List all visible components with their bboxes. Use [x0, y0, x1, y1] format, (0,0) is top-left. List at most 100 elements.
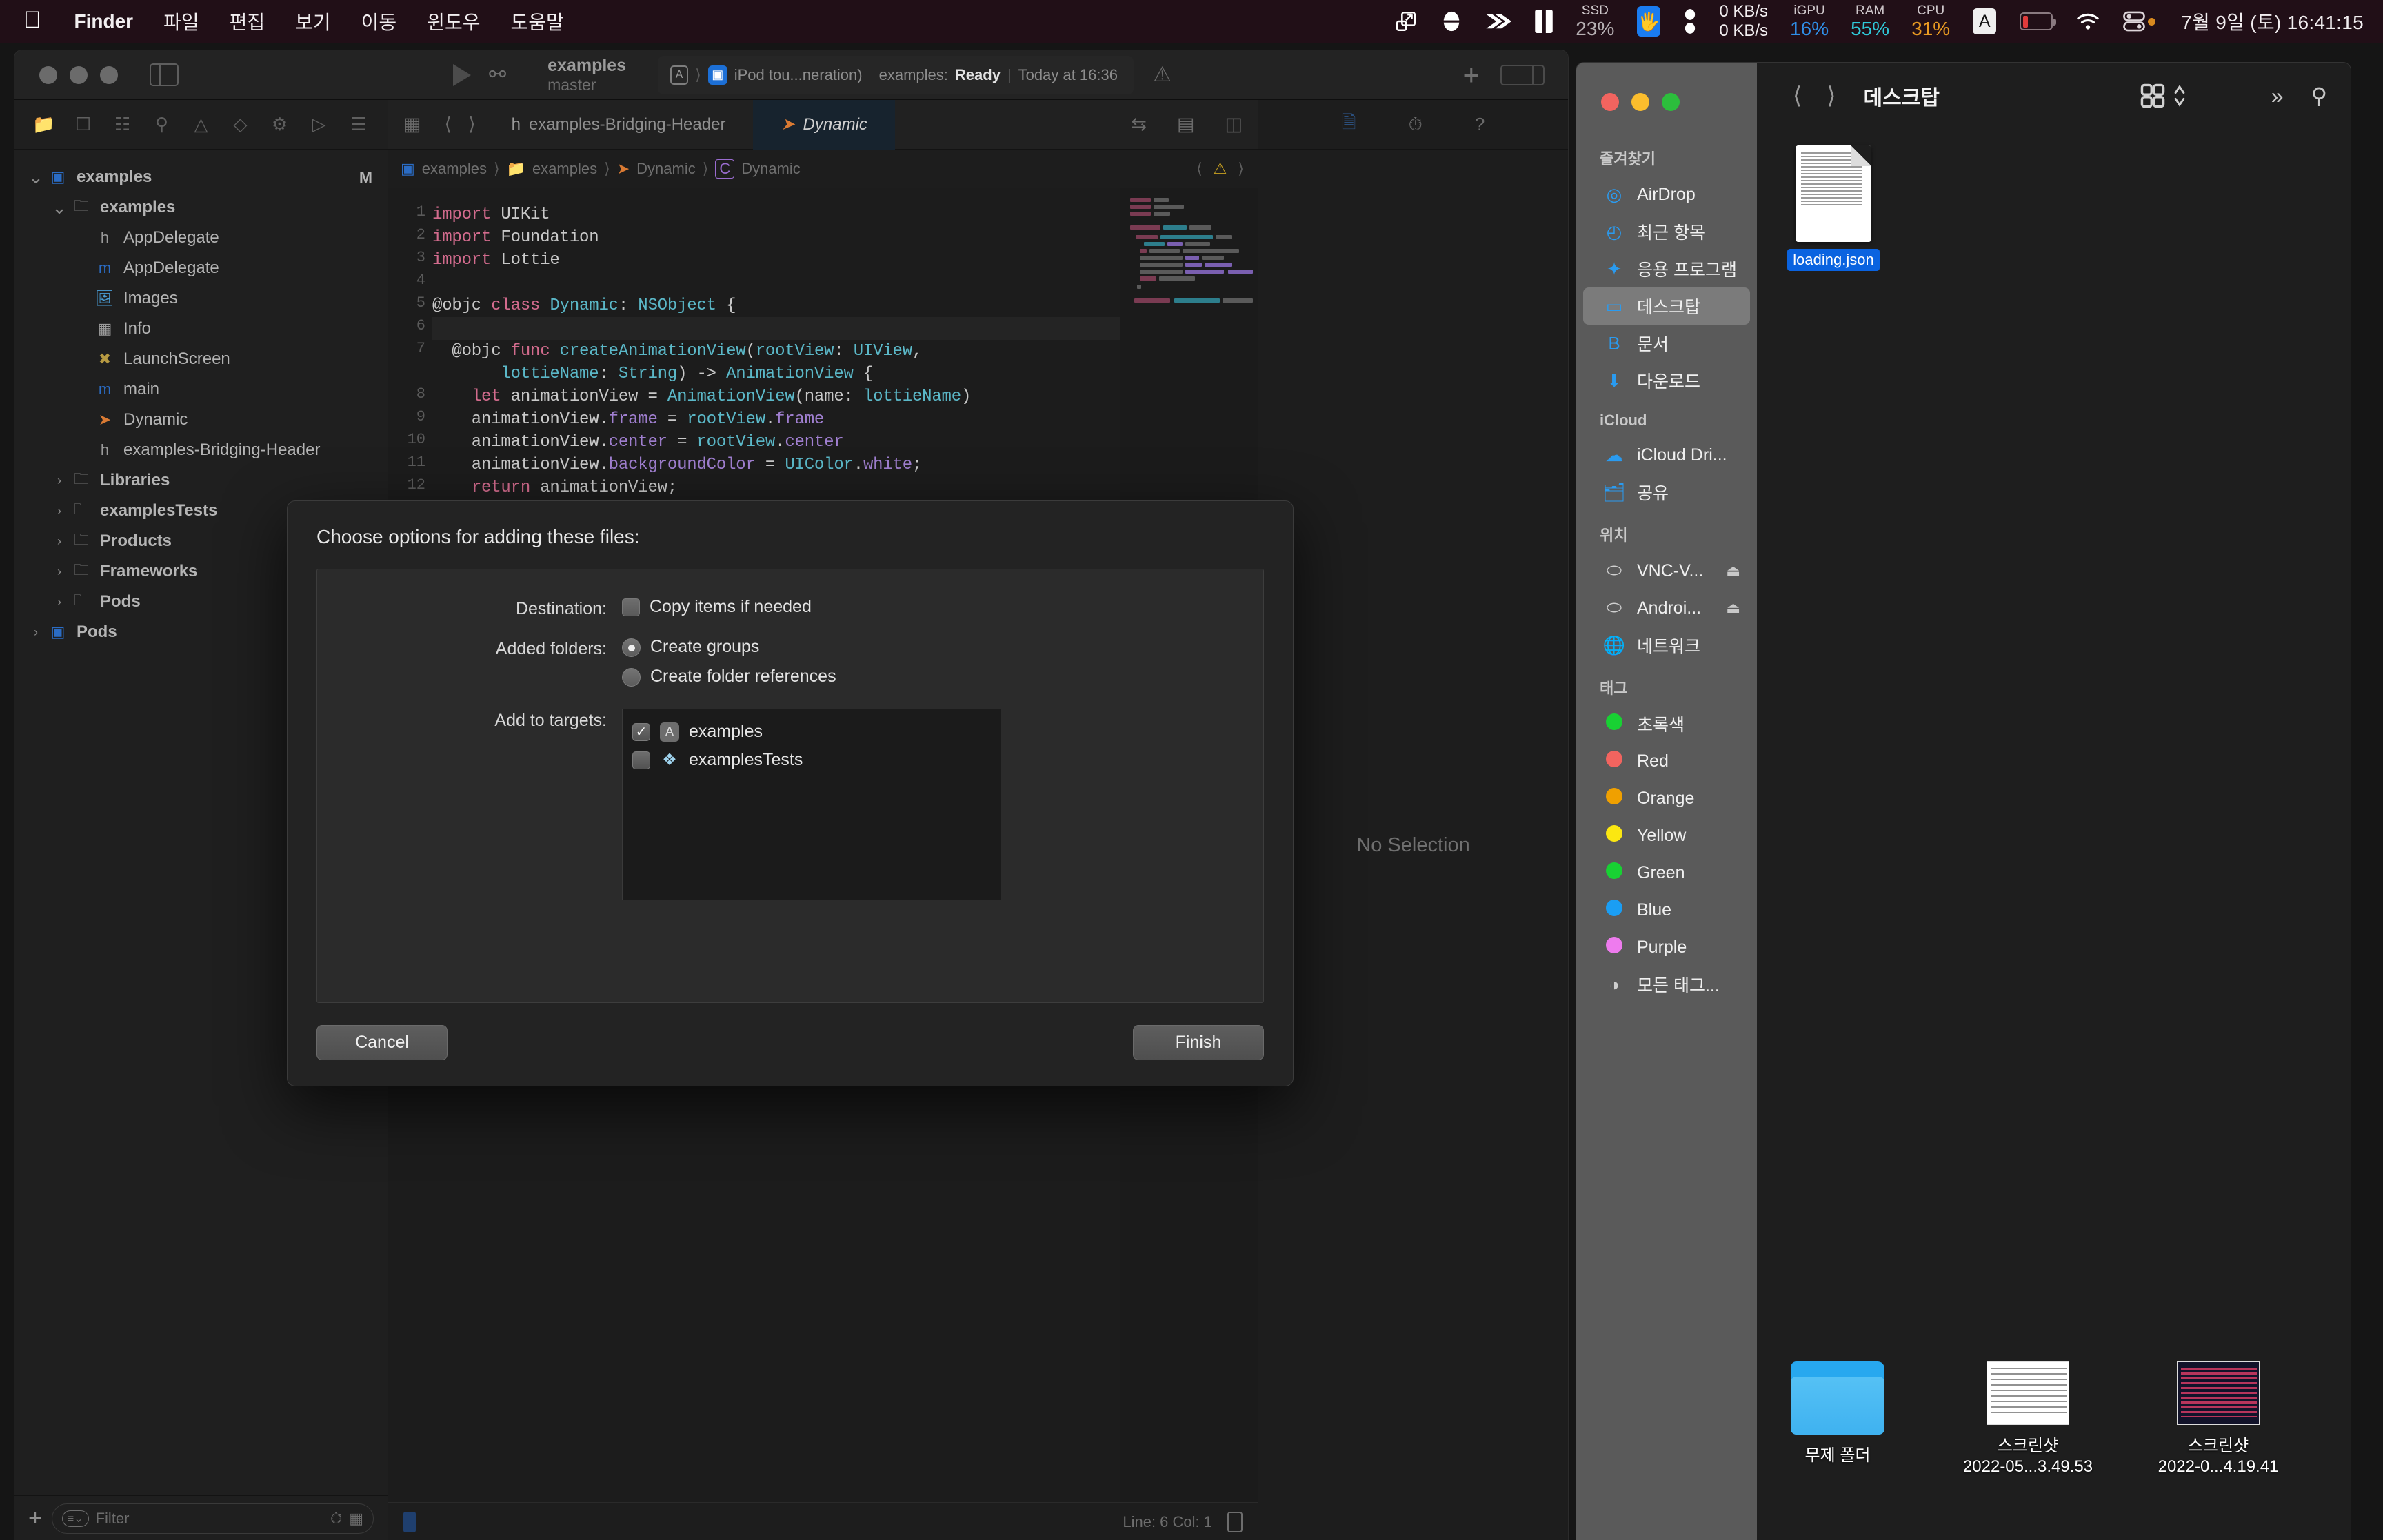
navigator-tree-row[interactable]: m main: [14, 374, 388, 405]
sidebar-item-Blue[interactable]: Blue: [1583, 891, 1750, 929]
filter-options-icon[interactable]: ≡⌄: [62, 1510, 89, 1527]
apple-logo-icon[interactable]: : [23, 8, 59, 34]
menu-item-help[interactable]: 도움말: [495, 8, 579, 35]
xcode-add-button[interactable]: +: [1462, 61, 1480, 90]
code-line[interactable]: lottieName: String) -> AnimationView {: [432, 363, 1120, 385]
device-preview-icon[interactable]: [1227, 1512, 1243, 1532]
finder-close-button[interactable]: [1601, 93, 1619, 111]
navigator-tree-row[interactable]: h examples-Bridging-Header: [14, 435, 388, 465]
breadcrumb-project[interactable]: examples: [422, 160, 487, 178]
navigator-tree-row[interactable]: 🖼 Images: [14, 283, 388, 314]
editor-tab-bridging-header[interactable]: h examples-Bridging-Header: [484, 100, 754, 150]
ram-stat[interactable]: RAM 55%: [1840, 4, 1900, 39]
xcode-run-button[interactable]: [453, 64, 471, 86]
destination-control[interactable]: Copy items if needed: [622, 597, 812, 617]
disclosure-triangle-icon[interactable]: ›: [26, 625, 46, 640]
editor-tab-dynamic[interactable]: ➤ Dynamic: [753, 100, 894, 150]
editor-back-icon[interactable]: ⟨: [436, 114, 461, 135]
code-line[interactable]: import Foundation: [432, 226, 1120, 249]
code-line[interactable]: [432, 272, 1120, 294]
sidebar-item-Orange[interactable]: Orange: [1583, 780, 1750, 817]
xcode-activity-status[interactable]: A ⟩ ▣ iPod tou...neration) examples: Rea…: [658, 56, 1134, 94]
sidebar-item-Androi...[interactable]: ⬭ Androi... ⏏: [1583, 589, 1750, 627]
igpu-stat[interactable]: iGPU 16%: [1779, 4, 1840, 39]
issue-next-icon[interactable]: ⟩: [1238, 160, 1244, 178]
code-line[interactable]: animationView.frame = rootView.frame: [432, 408, 1120, 431]
targets-list[interactable]: ✓ A examples ✓ ❖ examplesTests: [622, 709, 1001, 900]
navigator-tab-issue[interactable]: △: [181, 114, 221, 135]
navigator-tab-hierarchy[interactable]: ☷: [103, 114, 142, 135]
finder-file-item[interactable]: loading.json: [1782, 145, 1885, 271]
disclosure-triangle-icon[interactable]: ⌄: [26, 167, 46, 188]
sidebar-item-데스크탑[interactable]: ▭ 데스크탑: [1583, 287, 1750, 325]
code-line[interactable]: return animationView;: [432, 476, 1120, 499]
finder-file-grid[interactable]: loading.json: [1757, 129, 2351, 1540]
desktop-icon-folder[interactable]: 무제 폴더: [1765, 1361, 1910, 1477]
sidebar-item-공유[interactable]: 🗂 공유: [1583, 474, 1750, 511]
disclosure-triangle-icon[interactable]: ›: [49, 565, 70, 579]
sidebar-item-Yellow[interactable]: Yellow: [1583, 817, 1750, 854]
navigator-tab-report[interactable]: ☰: [339, 114, 378, 135]
copy-items-checkbox[interactable]: [622, 598, 640, 616]
finish-button[interactable]: Finish: [1133, 1025, 1264, 1060]
menu-bar-clock[interactable]: 7월 9일 (토) 16:41:15: [2167, 8, 2364, 35]
more-toolbar-items-icon[interactable]: »: [2271, 83, 2284, 109]
disclosure-triangle-icon[interactable]: ⌄: [49, 197, 70, 219]
issue-prev-icon[interactable]: ⟨: [1196, 160, 1203, 178]
sidebar-item-Purple[interactable]: Purple: [1583, 929, 1750, 966]
quick-help-icon[interactable]: ?: [1475, 114, 1485, 135]
navigator-tab-source-control[interactable]: ☐: [63, 114, 103, 135]
fastscripts-icon[interactable]: [1474, 11, 1523, 32]
navigator-tree-row[interactable]: ⌄ ▣ examples M: [14, 162, 388, 192]
history-inspector-icon[interactable]: ⏱: [1409, 114, 1422, 136]
navigator-tree-row[interactable]: › 🗀 Libraries: [14, 465, 388, 496]
code-line[interactable]: @objc class Dynamic: NSObject {: [432, 294, 1120, 317]
xcode-zoom-button[interactable]: [100, 66, 118, 84]
disclosure-triangle-icon[interactable]: ›: [49, 504, 70, 518]
xcode-close-button[interactable]: [39, 66, 57, 84]
disclosure-triangle-icon[interactable]: ›: [49, 474, 70, 488]
target-checkbox-examples-tests[interactable]: ✓: [632, 751, 650, 769]
navigator-tree-row[interactable]: h AppDelegate: [14, 223, 388, 253]
airplay-icon[interactable]: [1382, 10, 1429, 33]
navigator-tree-row[interactable]: m AppDelegate: [14, 253, 388, 283]
editor-layout-icon[interactable]: ▦: [388, 114, 436, 135]
forward-icon[interactable]: ⟩: [1814, 82, 1848, 110]
editor-add-pane-icon[interactable]: ◫: [1209, 114, 1258, 135]
navigator-filter-field[interactable]: ≡⌄ Filter ⏱ ▦: [52, 1503, 374, 1534]
menu-item-edit[interactable]: 편집: [214, 8, 281, 35]
xcode-window-controls[interactable]: [14, 66, 118, 84]
navigator-tab-test[interactable]: ◇: [221, 114, 260, 135]
editor-minimap-icon[interactable]: ▤: [1162, 114, 1210, 135]
create-groups-option[interactable]: Create groups: [622, 637, 759, 657]
battery-icon[interactable]: [2008, 12, 2064, 30]
xcode-minimize-button[interactable]: [70, 66, 88, 84]
menu-item-window[interactable]: 윈도우: [412, 8, 495, 35]
view-options-control[interactable]: [2140, 83, 2186, 109]
code-line[interactable]: import UIKit: [432, 203, 1120, 226]
navigator-tree-row[interactable]: ▦ Info: [14, 314, 388, 344]
sidebar-item-문서[interactable]: ὜B 문서: [1583, 325, 1750, 362]
xcode-scheme-selector[interactable]: examples master: [547, 56, 626, 94]
wifi-icon[interactable]: [2064, 12, 2111, 30]
target-row-examples[interactable]: ✓ A examples: [623, 718, 1001, 746]
rectangle-window-icon[interactable]: [1523, 10, 1565, 33]
control-center-icon[interactable]: [2111, 11, 2167, 32]
network-speed-stat[interactable]: 0 KB/s 0 KB/s: [1708, 2, 1779, 40]
sidebar-item-최근 항목[interactable]: ◴ 최근 항목: [1583, 213, 1750, 250]
desktop-icon-screenshot-2[interactable]: 스크린샷 2022-0...4.19.41: [2146, 1361, 2291, 1477]
navigator-tree-row[interactable]: ⌄ 🗀 examples: [14, 192, 388, 223]
cancel-button[interactable]: Cancel: [316, 1025, 448, 1060]
sidebar-item-Red[interactable]: Red: [1583, 742, 1750, 780]
code-line[interactable]: animationView.backgroundColor = UIColor.…: [432, 454, 1120, 476]
disclosure-triangle-icon[interactable]: ›: [49, 595, 70, 609]
desktop-icon-screenshot-1[interactable]: 스크린샷 2022-05...3.49.53: [1955, 1361, 2100, 1477]
back-icon[interactable]: ⟨: [1780, 82, 1814, 110]
sidebar-item-다운로드[interactable]: ⬇ 다운로드: [1583, 362, 1750, 399]
recent-files-icon[interactable]: ⏱: [330, 1510, 342, 1528]
target-row-examples-tests[interactable]: ✓ ❖ examplesTests: [623, 746, 1001, 774]
create-folder-references-option[interactable]: Create folder references: [622, 667, 836, 687]
disclosure-triangle-icon[interactable]: ›: [49, 534, 70, 549]
search-icon[interactable]: ⚲: [2311, 83, 2327, 109]
editor-related-items-icon[interactable]: ⇆: [1116, 114, 1162, 135]
